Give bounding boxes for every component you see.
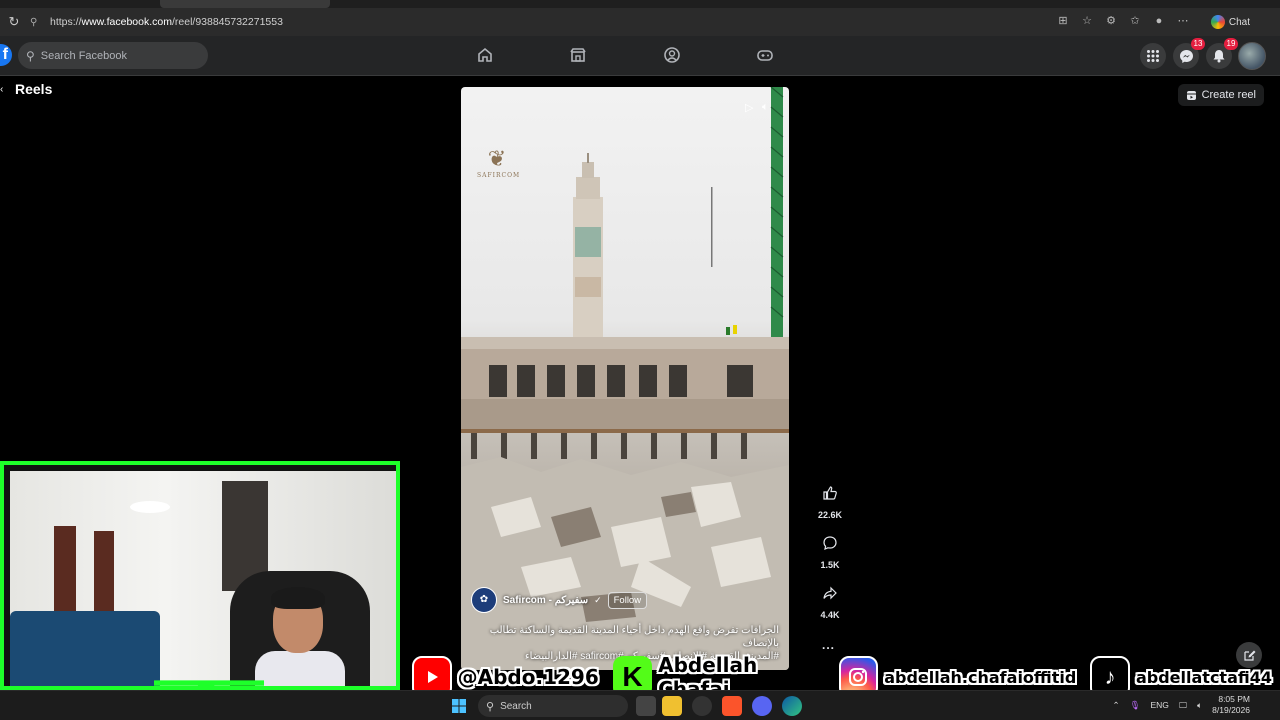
comment-button[interactable] <box>817 530 843 556</box>
webcam-room-background <box>10 471 396 686</box>
microphone-icon[interactable]: 🎙︎ <box>1130 700 1141 711</box>
like-button[interactable] <box>817 480 843 506</box>
author-avatar[interactable]: ✿ <box>471 587 497 613</box>
play-icon[interactable]: ▷ <box>745 101 753 114</box>
search-icon: ⚲ <box>486 700 495 713</box>
facebook-header: f ⚲ 13 19 <box>0 36 1280 76</box>
more-options-button[interactable]: ... <box>822 638 835 652</box>
tab-strip <box>0 0 1280 8</box>
steam-icon[interactable] <box>692 696 712 716</box>
notifications-badge: 19 <box>1224 38 1238 50</box>
taskbar-clock[interactable]: 8:05 PM 8/19/2026 <box>1212 694 1250 716</box>
comment-bubble-icon <box>823 536 837 550</box>
share-arrow-icon <box>823 586 837 600</box>
address-bar-actions: ⊞ ☆ ⚙ ✩ ● ⋯ <box>1056 14 1190 28</box>
home-icon[interactable] <box>476 46 494 64</box>
facebook-search[interactable]: ⚲ <box>18 42 208 69</box>
tray-overflow-icon[interactable]: ⌃ <box>1113 700 1120 711</box>
thumbs-up-icon <box>823 486 837 500</box>
page-title: Reels <box>15 81 53 97</box>
search-icon: ⚲ <box>26 48 35 63</box>
extensions-icon[interactable]: ⚙ <box>1104 14 1118 28</box>
account-avatar[interactable] <box>1238 42 1266 70</box>
caption-text: الجرافات تفرض واقع الهدم داخل أحياء المد… <box>489 625 779 649</box>
webcam-overlay <box>0 461 400 690</box>
comment-action: 1.5K <box>812 530 848 570</box>
safircom-watermark-logo: ❦ SAFIRCOM <box>477 147 521 179</box>
copilot-chat-button[interactable]: Chat <box>1210 13 1250 31</box>
windows-start-icon[interactable] <box>452 699 466 713</box>
marketplace-icon[interactable] <box>569 46 587 64</box>
share-button[interactable] <box>817 580 843 606</box>
share-count: 4.4K <box>820 610 840 620</box>
search-input[interactable] <box>40 49 191 62</box>
task-view-icon[interactable] <box>636 696 656 716</box>
back-arrow-icon[interactable]: ‹ <box>0 84 6 95</box>
speaker-icon[interactable]: 🔈︎ <box>1197 700 1202 711</box>
system-tray: ⌃ 🎙︎ ENG 🖵 🔈︎ 8:05 PM 8/19/2026 <box>1113 694 1250 716</box>
youtube-handle: @Abdo.1296 <box>457 665 599 689</box>
reload-icon[interactable]: ↻ <box>4 14 24 30</box>
network-icon[interactable]: 🖵 <box>1179 700 1187 711</box>
gaming-icon[interactable] <box>756 46 774 64</box>
notifications-button[interactable]: 19 <box>1206 38 1238 69</box>
messenger-icon <box>1179 49 1193 63</box>
brave-browser-icon[interactable] <box>722 696 742 716</box>
messenger-badge: 13 <box>1191 38 1205 50</box>
comment-count: 1.5K <box>820 560 840 570</box>
bell-icon <box>1213 50 1225 63</box>
address-bar: ↻ ⚲ https://www.facebook.com/reel/938845… <box>0 8 1280 36</box>
tiktok-handle: abdellatctafi44 <box>1135 667 1272 687</box>
facebook-logo-icon[interactable]: f <box>0 44 12 66</box>
url-text[interactable]: https://www.facebook.com/reel/9388457322… <box>50 16 283 28</box>
copilot-icon <box>1210 15 1225 29</box>
like-count: 22.6K <box>817 510 843 520</box>
instagram-handle: abdellah.chafaioffitid <box>884 667 1077 687</box>
create-reel-button[interactable]: Create reel <box>1177 84 1264 106</box>
windows-taskbar: ⚲ Search ⌃ 🎙︎ ENG 🖵 🔈︎ 8:05 PM 8/19/2026 <box>0 690 1280 720</box>
messenger-button[interactable]: 13 <box>1173 38 1205 69</box>
author-name[interactable]: Safircom - سفيركم <box>503 595 588 606</box>
like-action: 22.6K <box>812 480 848 520</box>
share-action: 4.4K <box>812 580 848 620</box>
taskbar-search-label: Search <box>500 700 532 712</box>
file-explorer-icon[interactable] <box>662 696 682 716</box>
watermark-text: SAFIRCOM <box>477 172 521 179</box>
favorites-icon[interactable]: ✩ <box>1128 14 1142 28</box>
bookmark-star-icon[interactable]: ☆ <box>1080 14 1094 28</box>
follow-button[interactable]: Follow <box>607 591 648 609</box>
clock-time: 8:05 PM <box>1218 694 1250 704</box>
taskbar-search[interactable]: ⚲ Search <box>478 695 628 717</box>
menu-dots-icon[interactable]: ⋯ <box>1176 14 1190 28</box>
active-tab[interactable] <box>160 0 330 8</box>
volume-icon[interactable]: 🔈︎ <box>762 101 769 114</box>
groups-icon[interactable] <box>663 46 681 64</box>
reel-video[interactable]: ▷ 🔈︎ ❦ SAFIRCOM ✿ Safircom - سفيركم ✓ Fo… <box>461 87 789 670</box>
chat-label: Chat <box>1228 16 1250 28</box>
install-app-icon[interactable]: ⊞ <box>1056 14 1070 28</box>
menu-button[interactable] <box>1140 43 1166 69</box>
profile-icon[interactable]: ● <box>1152 14 1166 28</box>
create-reel-label: Create reel <box>1201 89 1256 101</box>
reel-author: ✿ Safircom - سفيركم ✓ Follow <box>471 587 648 613</box>
grid-menu-icon <box>1147 50 1159 62</box>
verified-icon: ✓ <box>594 594 602 605</box>
webcam-sofa <box>10 611 160 686</box>
create-reel-icon <box>1186 90 1196 100</box>
clock-date: 8/19/2026 <box>1212 705 1250 715</box>
streamer-person <box>255 587 345 686</box>
discord-icon[interactable] <box>752 696 772 716</box>
site-info-icon[interactable]: ⚲ <box>30 17 44 28</box>
edge-browser-icon[interactable] <box>782 696 802 716</box>
language-indicator[interactable]: ENG <box>1150 700 1168 710</box>
